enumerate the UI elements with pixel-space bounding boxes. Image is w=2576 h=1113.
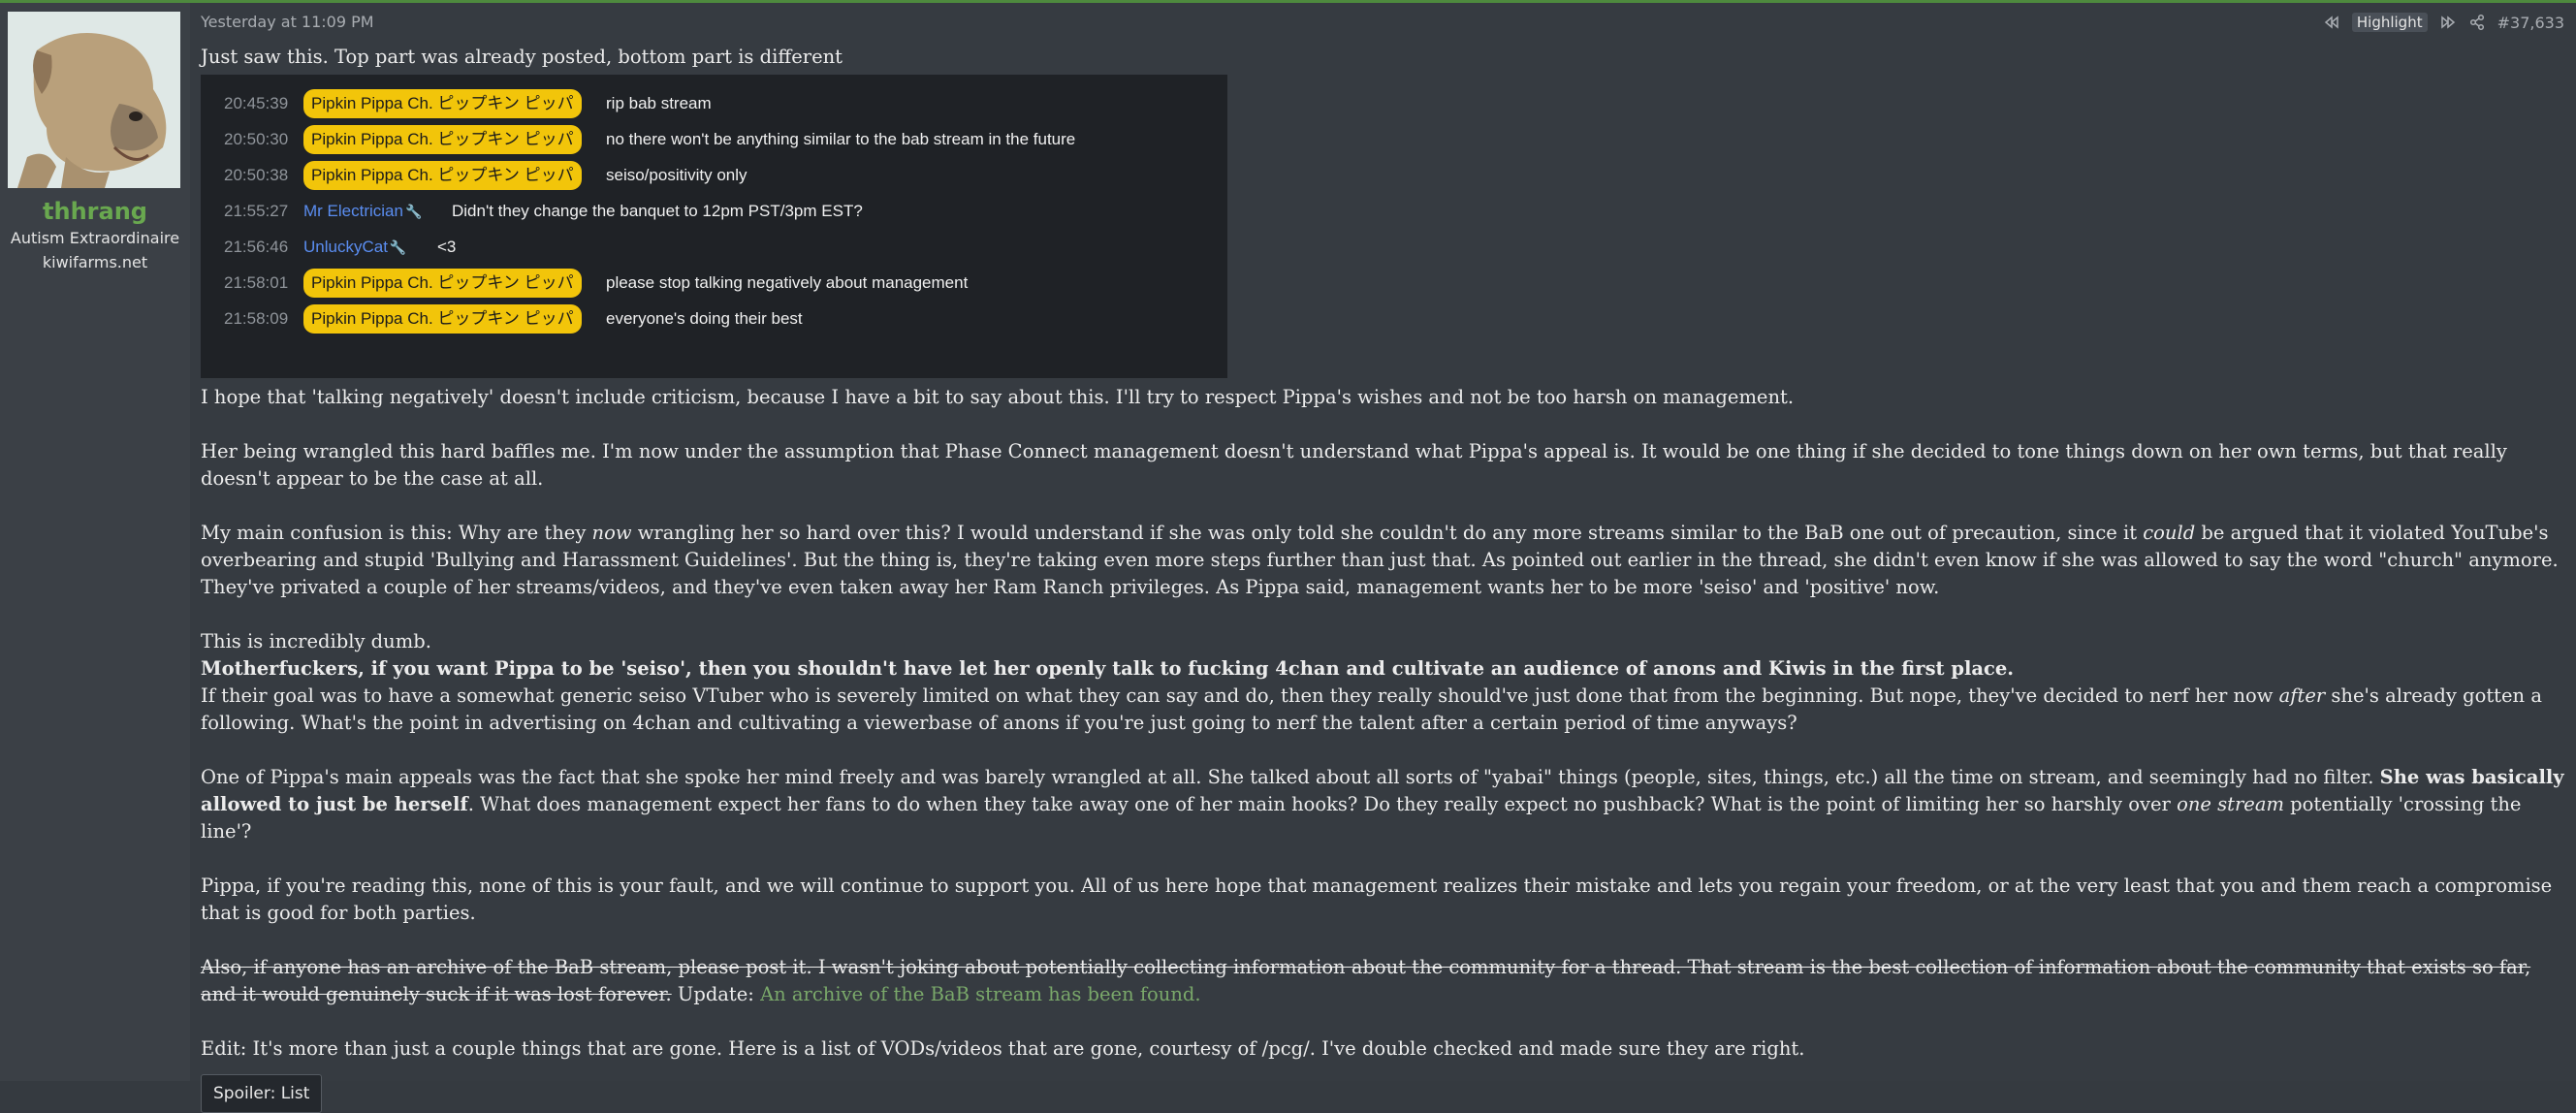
user-banner: kiwifarms.net: [42, 253, 148, 271]
chat-timestamp: 20:45:39: [224, 94, 289, 112]
post-number[interactable]: #37,633: [2497, 14, 2564, 32]
chat-author-badge: Pipkin Pippa Ch. ピップキン ピッパ: [303, 304, 582, 334]
paragraph-10: Edit: It's more than just a couple thing…: [201, 1037, 1805, 1060]
post-main: Yesterday at 11:09 PM Highlight #37,633 …: [190, 3, 2576, 1113]
chat-message: seiso/positivity only: [606, 166, 747, 184]
paragraph-9: Also, if anyone has an archive of the Ba…: [201, 956, 2531, 1005]
chat-author: Mr Electrician: [303, 202, 403, 220]
paragraph-3: My main confusion is this: Why are they …: [201, 522, 2559, 598]
spoiler-button[interactable]: Spoiler: List: [201, 1074, 323, 1113]
chat-message: no there won't be anything similar to th…: [606, 130, 1076, 148]
archive-link[interactable]: An archive of the BaB stream has been fo…: [760, 983, 1201, 1005]
paragraph-6: If their goal was to have a somewhat gen…: [201, 684, 2542, 734]
chat-message: everyone's doing their best: [606, 309, 803, 328]
user-title: Autism Extraordinaire: [10, 229, 180, 247]
paragraph-7: One of Pippa's main appeals was the fact…: [201, 766, 2564, 843]
paragraph-2: Her being wrangled this hard baffles me.…: [201, 440, 2507, 490]
chat-row: 21:58:09 Pipkin Pippa Ch. ピップキン ピッパ everyo…: [201, 304, 1227, 334]
post-body: Just saw this. Top part was already post…: [201, 44, 2566, 1113]
post-date[interactable]: Yesterday at 11:09 PM: [201, 13, 374, 31]
chat-author-badge: Pipkin Pippa Ch. ピップキン ピッパ: [303, 125, 582, 154]
chat-timestamp: 21:58:01: [224, 273, 289, 292]
chat-row: 21:58:01 Pipkin Pippa Ch. ピップキン ピッパ please…: [201, 269, 1227, 298]
chat-timestamp: 20:50:38: [224, 166, 289, 184]
chat-row: 20:50:30 Pipkin Pippa Ch. ピップキン ピッパ no the…: [201, 125, 1227, 154]
user-sidebar: thhrang Autism Extraordinaire kiwifarms.…: [0, 3, 190, 1081]
chat-message: Didn't they change the banquet to 12pm P…: [452, 202, 863, 220]
chat-timestamp: 21:55:27: [224, 202, 289, 220]
chat-message: <3: [437, 238, 457, 256]
chat-author-wrap: Mr Electrician 🔧: [303, 198, 422, 225]
post-actions: Highlight #37,633: [2323, 13, 2564, 32]
chat-row: 21:56:46 UnluckyCat 🔧 <3: [201, 233, 1227, 262]
chat-message: rip bab stream: [606, 94, 712, 112]
paragraph-4: This is incredibly dumb.: [201, 630, 431, 652]
chat-timestamp: 20:50:30: [224, 130, 289, 148]
username[interactable]: thhrang: [0, 198, 190, 225]
chat-row: 20:50:38 Pipkin Pippa Ch. ピップキン ピッパ seiso/…: [201, 161, 1227, 190]
chat-author-badge: Pipkin Pippa Ch. ピップキン ピッパ: [303, 161, 582, 190]
chat-message: please stop talking negatively about man…: [606, 273, 969, 292]
chat-author-badge: Pipkin Pippa Ch. ピップキン ピッパ: [303, 89, 582, 118]
wrench-icon: 🔧: [389, 239, 407, 255]
intro-text: Just saw this. Top part was already post…: [201, 46, 843, 68]
user-avatar[interactable]: [8, 12, 180, 188]
paragraph-5: Motherfuckers, if you want Pippa to be '…: [201, 657, 2015, 680]
chat-row: 21:55:27 Mr Electrician 🔧 Didn't they chang…: [201, 197, 1227, 226]
chat-row: 20:45:39 Pipkin Pippa Ch. ピップキン ピッパ rip ba…: [201, 89, 1227, 118]
share-icon[interactable]: [2468, 14, 2486, 31]
paragraph-1: I hope that 'talking negatively' doesn't…: [201, 386, 1795, 408]
chat-author-wrap: UnluckyCat 🔧: [303, 234, 406, 261]
paragraph-8: Pippa, if you're reading this, none of t…: [201, 874, 2553, 924]
chat-timestamp: 21:56:46: [224, 238, 289, 256]
chat-timestamp: 21:58:09: [224, 309, 289, 328]
chat-author: UnluckyCat: [303, 238, 388, 256]
dog-avatar-drawing: [8, 12, 180, 188]
chat-screenshot: 20:45:39 Pipkin Pippa Ch. ピップキン ピッパ rip ba…: [201, 75, 1227, 378]
highlight-button[interactable]: Highlight: [2351, 13, 2428, 32]
rewind-icon[interactable]: [2323, 14, 2340, 31]
chat-author-badge: Pipkin Pippa Ch. ピップキン ピッパ: [303, 269, 582, 298]
fast-forward-icon[interactable]: [2439, 14, 2457, 31]
wrench-icon: 🔧: [404, 204, 423, 219]
